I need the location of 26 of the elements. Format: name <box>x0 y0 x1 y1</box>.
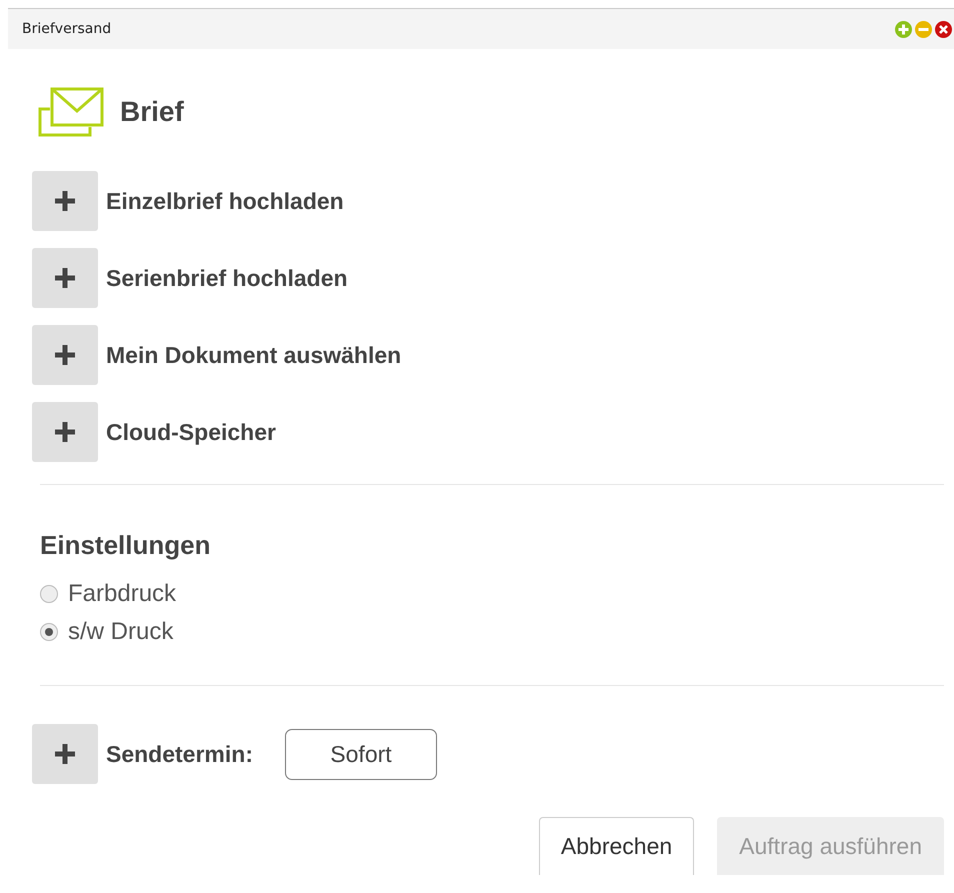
radio-icon[interactable] <box>40 623 58 641</box>
section-heading: Einstellungen <box>40 530 212 561</box>
close-icon[interactable] <box>935 20 952 38</box>
add-button[interactable] <box>32 402 98 462</box>
page-title: Brief <box>120 96 184 128</box>
plus-icon <box>55 345 75 365</box>
window-title: Briefversand <box>22 21 112 37</box>
radio-option[interactable]: Farbdruck <box>40 575 944 613</box>
action-label: Mein Dokument auswählen <box>106 342 402 368</box>
plus-icon <box>55 191 75 211</box>
envelope-icon <box>38 87 104 137</box>
add-button[interactable] <box>32 325 98 385</box>
schedule-button[interactable]: Sofort <box>284 728 437 780</box>
action-label: Einzelbrief hochladen <box>106 188 344 214</box>
plus-icon <box>55 744 75 764</box>
plus-icon <box>55 268 75 288</box>
footer-button[interactable]: Abbrechen <box>538 817 694 875</box>
radio-icon[interactable] <box>40 585 58 603</box>
plus-icon <box>55 422 75 442</box>
add-button[interactable] <box>32 171 98 231</box>
add-button[interactable] <box>32 724 98 784</box>
schedule-label: Sendetermin: <box>106 740 253 768</box>
action-label: Cloud-Speicher <box>106 418 276 446</box>
radio-option[interactable]: s/w Druck <box>40 613 944 651</box>
action-label: Serienbrief hochladen <box>106 264 348 292</box>
add-button[interactable] <box>32 248 98 308</box>
